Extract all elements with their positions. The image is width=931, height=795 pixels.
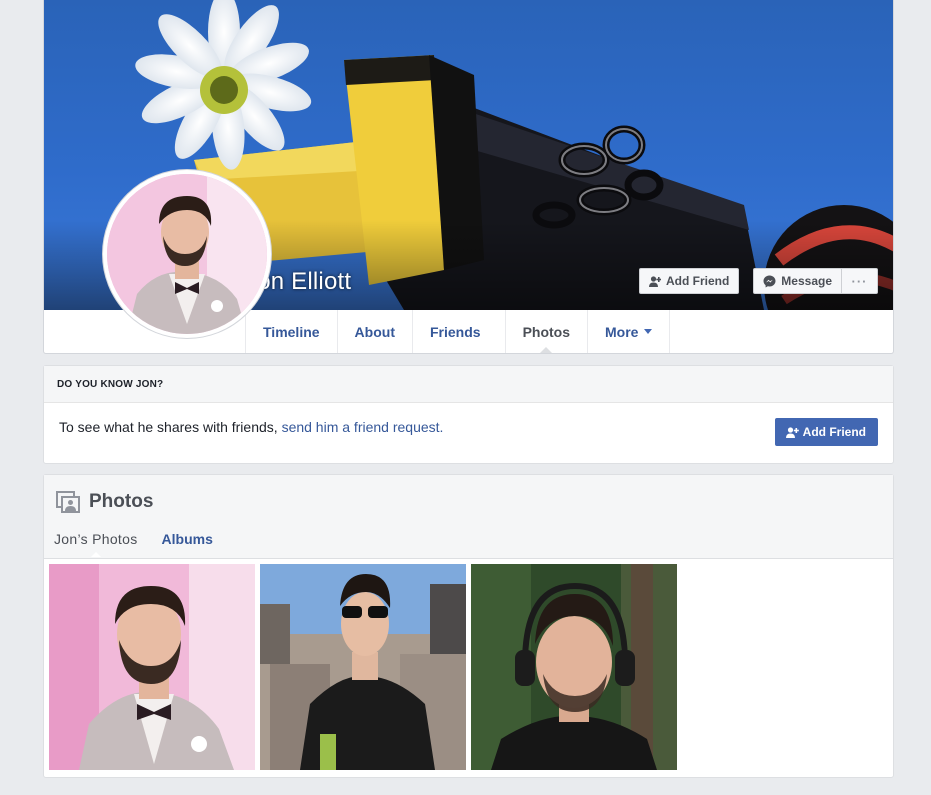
tab-jons-photos[interactable]: Jon’s Photos <box>54 531 138 557</box>
message-button[interactable]: Message <box>753 268 842 294</box>
photo-grid <box>44 559 893 770</box>
photos-tabs: Jon’s Photos Albums <box>54 531 213 557</box>
do-you-know-body: To see what he shares with friends, send… <box>44 403 893 463</box>
person-portrait-icon <box>107 174 267 334</box>
photos-icon <box>56 491 80 513</box>
tab-photos[interactable]: Photos <box>504 310 587 353</box>
photo-thumbnail[interactable] <box>471 564 677 770</box>
tab-friends[interactable]: Friends <box>411 310 505 353</box>
message-label: Message <box>781 274 832 288</box>
headphones-selfie-photo-icon <box>471 564 677 770</box>
add-friend-icon <box>785 426 799 438</box>
wedding-portrait-photo-icon <box>49 564 255 770</box>
add-friend-label: Add Friend <box>665 274 730 288</box>
tab-timeline-label: Timeline <box>263 323 320 340</box>
photo-thumbnail[interactable] <box>260 564 466 770</box>
tab-about-label: About <box>354 323 395 340</box>
message-button-group: Message ··· <box>753 268 878 294</box>
tab-about[interactable]: About <box>336 310 412 353</box>
profile-nav-tabs: Timeline About Friends Photos More <box>245 310 671 353</box>
tab-friends-label: Friends <box>429 323 481 340</box>
profile-picture-image <box>107 174 267 334</box>
add-friend-primary-button[interactable]: Add Friend <box>774 418 878 446</box>
tab-timeline[interactable]: Timeline <box>245 310 337 353</box>
add-friend-button[interactable]: Add Friend <box>638 268 740 294</box>
messenger-icon <box>763 275 776 287</box>
photos-card: Photos Jon’s Photos Albums <box>43 474 894 778</box>
add-friend-icon <box>648 275 661 287</box>
caret-down-icon <box>644 329 653 334</box>
tab-albums[interactable]: Albums <box>162 531 213 556</box>
profile-container: Jon Elliott Add Friend Message ··· Timel… <box>43 0 894 778</box>
photo-thumbnail[interactable] <box>49 564 255 770</box>
do-you-know-text: To see what he shares with friends, <box>59 419 282 435</box>
tab-more[interactable]: More <box>587 310 671 353</box>
add-friend-primary-label: Add Friend <box>802 425 866 439</box>
more-options-button[interactable]: ··· <box>842 268 878 294</box>
do-you-know-card: DO YOU KNOW JON? To see what he shares w… <box>43 365 894 464</box>
photos-title-label: Photos <box>89 491 154 512</box>
profile-picture[interactable] <box>102 169 272 339</box>
photos-title[interactable]: Photos <box>56 491 153 513</box>
ellipsis-icon: ··· <box>851 273 868 289</box>
tab-more-label: More <box>605 323 639 340</box>
tab-photos-label: Photos <box>522 323 571 340</box>
rooftop-sunglasses-photo-icon <box>260 564 466 770</box>
cover-actions: Add Friend Message ··· <box>638 268 878 294</box>
friend-request-link[interactable]: send him a friend request. <box>282 419 444 435</box>
do-you-know-heading: DO YOU KNOW JON? <box>44 366 893 403</box>
photos-header: Photos Jon’s Photos Albums <box>44 475 893 559</box>
